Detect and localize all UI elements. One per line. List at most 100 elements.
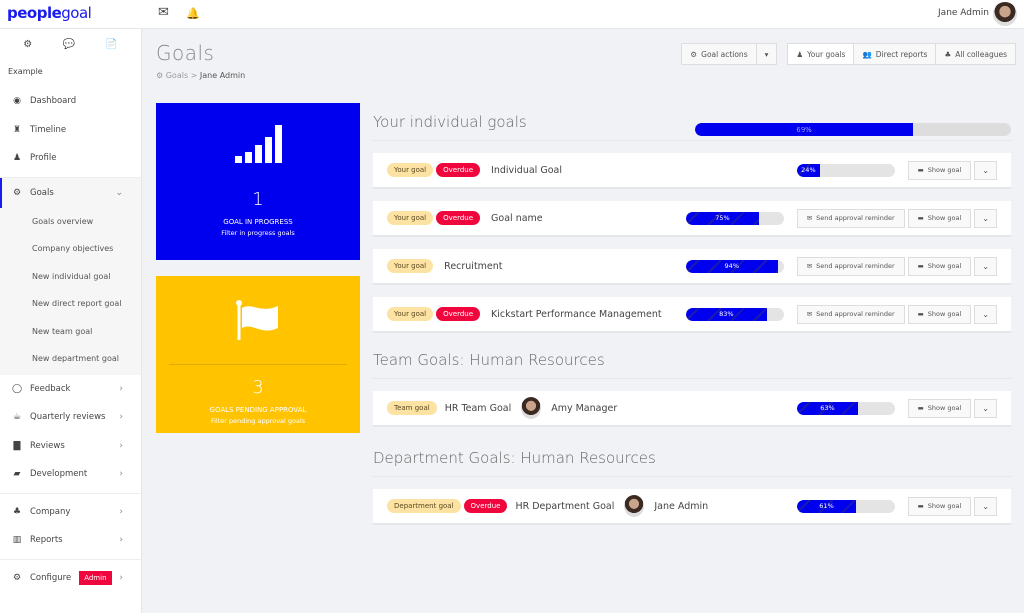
top-bar: peoplegoal ✉ 🔔 Jane Admin (0, 0, 1024, 29)
sidebar-subitem-new-individual-goal[interactable]: New individual goal (0, 263, 141, 291)
chat-icon[interactable]: 💬 (63, 39, 75, 57)
show-goal-button[interactable]: ▬ Show goal (907, 208, 972, 228)
goal-row[interactable]: Your goal Overdue Individual Goal 24% ▬ S… (373, 153, 1011, 187)
goal-owner[interactable]: Amy Manager (551, 403, 617, 414)
goal-menu-button[interactable]: ⌄ (974, 256, 997, 276)
admin-badge: Admin (79, 570, 112, 585)
goal-menu-button[interactable]: ⌄ (974, 208, 997, 228)
sidebar-item-goals[interactable]: ⚙ Goals ⌄ (0, 177, 141, 208)
folder-icon: ▬ (917, 404, 924, 412)
chevron-right-icon: › (119, 506, 123, 517)
sidebar-subitem-new-direct-report-goal[interactable]: New direct report goal (0, 290, 141, 318)
goal-in-progress-card[interactable]: 1 GOAL IN PROGRESS Filter in progress go… (156, 103, 360, 260)
show-goal-button[interactable]: ▬ Show goal (907, 304, 972, 324)
goal-actions-button[interactable]: ⚙ Goal actions (682, 44, 757, 64)
send-approval-reminder-button[interactable]: ✉ Send approval reminder (796, 208, 905, 228)
goal-menu-button[interactable]: ⌄ (974, 304, 997, 324)
send-approval-reminder-button[interactable]: ✉ Send approval reminder (796, 304, 905, 324)
tab-all-colleagues[interactable]: ♣ All colleagues (936, 44, 1015, 64)
goal-menu-button[interactable]: ⌄ (974, 496, 997, 516)
sidebar-item-development[interactable]: ▰ Development › (0, 460, 141, 489)
in-progress-label: GOAL IN PROGRESS (223, 218, 293, 226)
document-icon[interactable]: 📄 (105, 39, 117, 57)
show-goal-button[interactable]: ▬ Show goal (907, 496, 972, 516)
goal-menu-button[interactable]: ⌄ (974, 398, 997, 418)
goal-name[interactable]: Individual Goal (491, 165, 562, 176)
bar-chart-icon: ▥ (12, 535, 22, 546)
show-goal-button[interactable]: ▬ Show goal (907, 398, 972, 418)
sidebar-item-configure[interactable]: ⚙ Configure Admin › (0, 564, 141, 593)
goal-row[interactable]: Your goal Recruitment 94% ✉ Send approval… (373, 249, 1011, 283)
goal-row[interactable]: Your goal Overdue Kickstart Performance … (373, 297, 1011, 331)
goal-name[interactable]: Kickstart Performance Management (491, 309, 662, 320)
folder-icon: ▬ (917, 502, 924, 510)
sidebar-item-reports[interactable]: ▥ Reports › (0, 526, 141, 555)
file-icon: ▇ (13, 440, 21, 451)
send-approval-reminder-button[interactable]: ✉ Send approval reminder (796, 256, 905, 276)
envelope-icon: ✉ (806, 214, 813, 222)
tab-direct-reports[interactable]: 👥 Direct reports (854, 44, 937, 64)
goal-progress-bar: 24% (796, 163, 895, 177)
sidebar-item-timeline[interactable]: ♜ Timeline (0, 116, 141, 145)
sidebar-item-feedback[interactable]: ◯ Feedback › (0, 375, 141, 404)
divider (169, 364, 347, 365)
main-content: Goals ⚙ Goals > Jane Admin ⚙ Goal actions… (143, 29, 1024, 613)
goal-type-tag: Your goal (387, 259, 434, 273)
goal-actions-dropdown[interactable]: ▾ (756, 44, 777, 64)
goal-row-actions: 63% ▬ Show goal ⌄ (796, 398, 997, 418)
view-switcher: ♟ Your goals 👥 Direct reports ♣ All colleag… (787, 43, 1016, 65)
goals-group: ⚙ Goals ⌄ Goals overview Company objective… (0, 176, 141, 375)
sidebar-item-quarterly-reviews[interactable]: ☕ Quarterly reviews › (0, 403, 141, 432)
department-goals-section: Department Goals: Human Resources (373, 439, 1011, 477)
sidebar-subitem-goals-overview[interactable]: Goals overview (0, 208, 141, 236)
goal-row[interactable]: Team goal HR Team Goal Amy Manager 63% ▬… (373, 391, 1011, 425)
tab-your-goals[interactable]: ♟ Your goals (788, 44, 855, 64)
pending-filter-link[interactable]: Filter pending approval goals (156, 417, 360, 425)
goal-name[interactable]: HR Team Goal (445, 403, 512, 414)
sidebar-item-reviews[interactable]: ▇ Reviews › (0, 432, 141, 461)
goal-name[interactable]: Goal name (491, 213, 543, 224)
pending-approval-card[interactable]: 3 GOALS PENDING APPROVAL Filter pending … (156, 276, 360, 433)
goal-name[interactable]: Recruitment (444, 261, 502, 272)
goal-owner[interactable]: Jane Admin (654, 501, 708, 512)
goal-row-actions: 24% ▬ Show goal ⌄ (796, 160, 997, 180)
goal-row-actions: 94% ✉ Send approval reminder ▬ Show goal ⌄ (685, 256, 997, 276)
caret-down-icon: ▾ (764, 49, 769, 59)
goal-menu-button[interactable]: ⌄ (974, 160, 997, 180)
in-progress-filter-link[interactable]: Filter in progress goals (156, 229, 360, 237)
sidebar: ⚙ 💬 📄 Example ◉ Dashboard ♜ Timeline ♟ Prof… (0, 29, 142, 613)
mail-icon[interactable]: ✉ (158, 5, 169, 20)
page-title: Goals (156, 41, 215, 65)
signal-bars-icon (156, 123, 360, 163)
breadcrumb-goals[interactable]: Goals (166, 71, 188, 80)
sidebar-subitem-new-department-goal[interactable]: New department goal (0, 345, 141, 373)
goal-row-actions: 75% ✉ Send approval reminder ▬ Show goal ⌄ (685, 208, 997, 228)
logo[interactable]: peoplegoal (7, 4, 92, 22)
goal-type-tag: Your goal (387, 211, 434, 225)
pending-label: GOALS PENDING APPROVAL (209, 406, 307, 414)
sidebar-item-company[interactable]: ♣ Company › (0, 498, 141, 527)
user-name[interactable]: Jane Admin (938, 8, 989, 18)
sidebar-subitem-new-team-goal[interactable]: New team goal (0, 318, 141, 346)
folder-icon: ▬ (917, 214, 924, 222)
overdue-badge: Overdue (436, 211, 481, 225)
show-goal-button[interactable]: ▬ Show goal (907, 160, 972, 180)
section-title: Your individual goals (373, 112, 527, 131)
chevron-right-icon: › (119, 412, 123, 423)
user-avatar[interactable] (993, 2, 1017, 26)
chevron-right-icon: › (119, 469, 123, 480)
sidebar-subitem-company-objectives[interactable]: Company objectives (0, 235, 141, 263)
goals-icon[interactable]: ⚙ (23, 39, 32, 57)
chevron-right-icon: › (119, 440, 123, 451)
goal-name[interactable]: HR Department Goal (515, 501, 614, 512)
goal-progress-bar: 61% (796, 499, 895, 513)
sidebar-item-dashboard[interactable]: ◉ Dashboard (0, 87, 141, 116)
goal-row-actions: 61% ▬ Show goal ⌄ (796, 496, 997, 516)
sidebar-item-profile[interactable]: ♟ Profile (0, 144, 141, 173)
goals-content: Your individual goals 69% Your goal Over… (373, 103, 1011, 537)
bell-icon[interactable]: 🔔 (186, 7, 200, 20)
show-goal-button[interactable]: ▬ Show goal (907, 256, 972, 276)
goal-row[interactable]: Your goal Overdue Goal name 75% ✉ Send ap… (373, 201, 1011, 235)
goal-row[interactable]: Department goal Overdue HR Department Go… (373, 489, 1011, 523)
dashboard-icon: ◉ (13, 96, 21, 107)
